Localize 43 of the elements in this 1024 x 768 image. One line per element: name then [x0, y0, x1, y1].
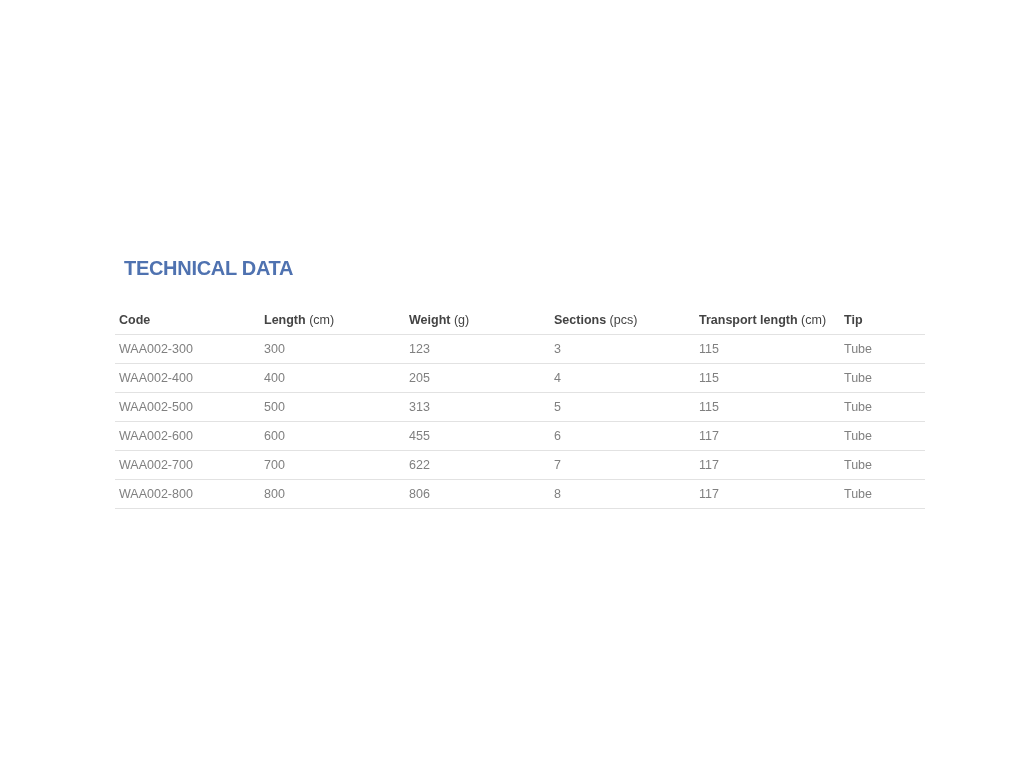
table-cell: 700: [264, 458, 285, 472]
table-cell: WAA002-400: [119, 371, 193, 385]
column-header: Tip: [844, 313, 863, 327]
table-cell: Tube: [844, 487, 873, 501]
table-cell: 123: [409, 342, 430, 356]
table-cell: 500: [264, 400, 285, 414]
table-cell: WAA002-800: [119, 487, 193, 501]
column-header: Weight (g): [409, 313, 470, 327]
table-cell: Tube: [844, 458, 873, 472]
table-cell: 115: [699, 371, 719, 385]
table-cell: 6: [554, 429, 561, 443]
table-cell: 117: [699, 429, 719, 443]
table-cell: WAA002-600: [119, 429, 193, 443]
table-cell: 800: [264, 487, 285, 501]
table-cell: 600: [264, 429, 285, 443]
table-cell: 7: [554, 458, 561, 472]
table-cell: 3: [554, 342, 561, 356]
table-cell: 300: [264, 342, 285, 356]
table-cell: Tube: [844, 400, 873, 414]
table-cell: WAA002-500: [119, 400, 193, 414]
table-cell: 115: [699, 400, 719, 414]
table-cell: 205: [409, 371, 430, 385]
column-header: Transport length (cm): [699, 313, 827, 327]
table-cell: 806: [409, 487, 430, 501]
table-cell: 622: [409, 458, 430, 472]
table-cell: WAA002-300: [119, 342, 193, 356]
table-cell: 117: [699, 487, 719, 501]
section-title: TECHNICAL DATA: [124, 256, 295, 280]
table-cell: 400: [264, 371, 285, 385]
column-header: Code: [119, 313, 151, 327]
table-cell: Tube: [844, 429, 873, 443]
table-cell: 4: [554, 371, 561, 385]
table-cell: Tube: [844, 342, 873, 356]
table-cell: 5: [554, 400, 561, 414]
table-cell: 313: [409, 400, 430, 414]
table-cell: 115: [699, 342, 719, 356]
table-cell: Tube: [844, 371, 873, 385]
column-header: Sections (pcs): [554, 313, 638, 327]
table-cell: 117: [699, 458, 719, 472]
column-header: Length (cm): [264, 313, 335, 327]
table-cell: WAA002-700: [119, 458, 193, 472]
table-cell: 8: [554, 487, 561, 501]
table-cell: 455: [409, 429, 430, 443]
